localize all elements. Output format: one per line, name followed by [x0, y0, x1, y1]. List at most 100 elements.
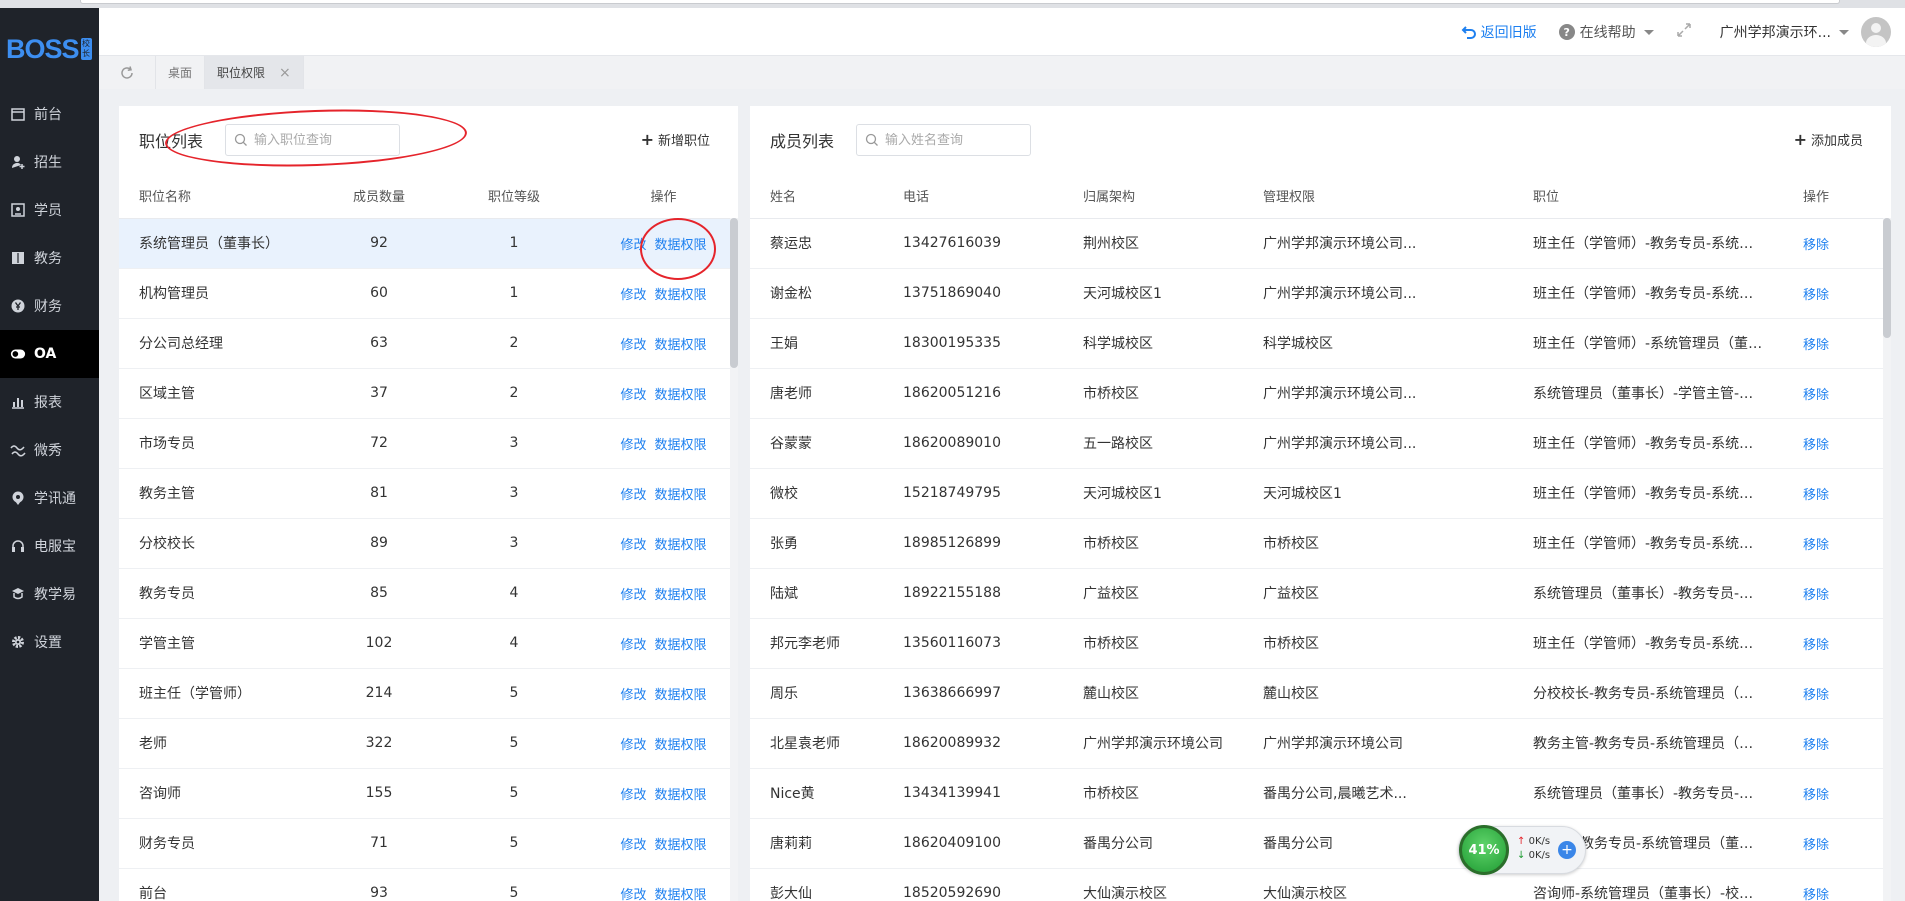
- data-permission-link[interactable]: 数据权限: [655, 488, 707, 503]
- table-row[interactable]: Nice黄 13434139941 市桥校区 番禺分公司,晨曦艺术... 系统管理员（董…: [750, 768, 1891, 819]
- remove-link[interactable]: 移除: [1803, 638, 1829, 653]
- member-search[interactable]: [856, 124, 1032, 156]
- network-speed-widget[interactable]: 41% ↑ 0K/s ↓ 0K/s +: [1458, 825, 1586, 875]
- table-row[interactable]: 微校 15218749795 天河城校区1 天河城校区1 班主任（学管师）-教务专员-系…: [750, 468, 1891, 519]
- member-scrollbar[interactable]: [1883, 218, 1891, 901]
- tab-desktop[interactable]: 桌面: [156, 56, 206, 89]
- remove-link[interactable]: 移除: [1803, 288, 1829, 303]
- edit-link[interactable]: 修改: [620, 438, 646, 453]
- table-row[interactable]: 系统管理员（董事长） 92 1 修改 数据权限: [119, 218, 738, 269]
- online-help-dropdown[interactable]: ? 在线帮助: [1558, 22, 1654, 42]
- table-row[interactable]: 王娟 18300195335 科学城校区 科学城校区 班主任（学管师）-系统管理员（董事…: [750, 318, 1891, 369]
- table-row[interactable]: 周乐 13638666997 麓山校区 麓山校区 分校校长-教务专员-系统管理员（董事长…: [750, 668, 1891, 719]
- fullscreen-icon[interactable]: [1676, 22, 1692, 42]
- sidebar-item-8[interactable]: 学讯通: [0, 474, 99, 522]
- data-permission-link[interactable]: 数据权限: [655, 288, 707, 303]
- data-permission-link[interactable]: 数据权限: [655, 688, 707, 703]
- remove-link[interactable]: 移除: [1803, 388, 1829, 403]
- edit-link[interactable]: 修改: [620, 638, 646, 653]
- data-permission-link[interactable]: 数据权限: [655, 238, 707, 253]
- table-row[interactable]: 北星袁老师 18620089932 广州学邦演示环境公司 广州学邦演示环境公司 教务主管…: [750, 718, 1891, 769]
- table-row[interactable]: 教务专员 85 4 修改 数据权限: [119, 568, 738, 619]
- edit-link[interactable]: 修改: [620, 888, 646, 901]
- data-permission-link[interactable]: 数据权限: [655, 588, 707, 603]
- table-row[interactable]: 谷蒙蒙 18620089010 五一路校区 广州学邦演示环境公司... 班主任（学管师）…: [750, 418, 1891, 469]
- edit-link[interactable]: 修改: [620, 238, 646, 253]
- table-row[interactable]: 学管主管 102 4 修改 数据权限: [119, 618, 738, 669]
- sidebar-item-2[interactable]: 学员: [0, 186, 99, 234]
- edit-link[interactable]: 修改: [620, 688, 646, 703]
- close-icon[interactable]: ×: [279, 65, 291, 81]
- data-permission-link[interactable]: 数据权限: [655, 388, 707, 403]
- remove-link[interactable]: 移除: [1803, 738, 1829, 753]
- edit-link[interactable]: 修改: [620, 838, 646, 853]
- table-row[interactable]: 分公司总经理 63 2 修改 数据权限: [119, 318, 738, 369]
- remove-link[interactable]: 移除: [1803, 838, 1829, 853]
- add-position-button[interactable]: + 新增职位: [641, 130, 710, 149]
- remove-link[interactable]: 移除: [1803, 588, 1829, 603]
- plus-icon[interactable]: +: [1558, 841, 1576, 859]
- refresh-icon[interactable]: [99, 56, 156, 89]
- sidebar-item-9[interactable]: 电服宝: [0, 522, 99, 570]
- address-bar[interactable]: [80, 0, 1840, 4]
- tab-position-permissions[interactable]: 职位权限 ×: [205, 56, 304, 89]
- edit-link[interactable]: 修改: [620, 738, 646, 753]
- table-row[interactable]: 财务专员 71 5 修改 数据权限: [119, 818, 738, 869]
- back-to-old-version-link[interactable]: 返回旧版: [1461, 22, 1537, 42]
- remove-link[interactable]: 移除: [1803, 438, 1829, 453]
- sidebar-item-3[interactable]: 教务: [0, 234, 99, 282]
- data-permission-link[interactable]: 数据权限: [655, 438, 707, 453]
- sidebar-item-6[interactable]: 报表: [0, 378, 99, 426]
- table-row[interactable]: 机构管理员 60 1 修改 数据权限: [119, 268, 738, 319]
- data-permission-link[interactable]: 数据权限: [655, 738, 707, 753]
- table-row[interactable]: 市场专员 72 3 修改 数据权限: [119, 418, 738, 469]
- edit-link[interactable]: 修改: [620, 388, 646, 403]
- table-row[interactable]: 分校校长 89 3 修改 数据权限: [119, 518, 738, 569]
- position-search-input[interactable]: [254, 132, 395, 148]
- scrollbar-thumb[interactable]: [1883, 218, 1891, 338]
- data-permission-link[interactable]: 数据权限: [655, 788, 707, 803]
- edit-link[interactable]: 修改: [620, 338, 646, 353]
- remove-link[interactable]: 移除: [1803, 238, 1829, 253]
- remove-link[interactable]: 移除: [1803, 338, 1829, 353]
- scrollbar-thumb[interactable]: [730, 218, 738, 368]
- sidebar-item-5[interactable]: OA: [0, 330, 99, 378]
- table-row[interactable]: 邦元李老师 13560116073 市桥校区 市桥校区 班主任（学管师）-教务专员-系统…: [750, 618, 1891, 669]
- edit-link[interactable]: 修改: [620, 288, 646, 303]
- table-row[interactable]: 蔡运忠 13427616039 荆州校区 广州学邦演示环境公司... 班主任（学管师）-…: [750, 218, 1891, 269]
- data-permission-link[interactable]: 数据权限: [655, 338, 707, 353]
- table-row[interactable]: 陆斌 18922155188 广益校区 广益校区 系统管理员（董事长）-教务专员-班主任…: [750, 568, 1891, 619]
- data-permission-link[interactable]: 数据权限: [655, 638, 707, 653]
- sidebar-item-0[interactable]: 前台: [0, 90, 99, 138]
- remove-link[interactable]: 移除: [1803, 538, 1829, 553]
- edit-link[interactable]: 修改: [620, 538, 646, 553]
- table-row[interactable]: 教务主管 81 3 修改 数据权限: [119, 468, 738, 519]
- position-search[interactable]: [225, 124, 401, 156]
- table-row[interactable]: 彭大仙 18520592690 大仙演示校区 大仙演示校区 咨询师-系统管理员（董事长）…: [750, 868, 1891, 901]
- data-permission-link[interactable]: 数据权限: [655, 888, 707, 901]
- sidebar-item-7[interactable]: 微秀: [0, 426, 99, 474]
- remove-link[interactable]: 移除: [1803, 788, 1829, 803]
- table-row[interactable]: 老师 322 5 修改 数据权限: [119, 718, 738, 769]
- sidebar-item-1[interactable]: 招生: [0, 138, 99, 186]
- data-permission-link[interactable]: 数据权限: [655, 838, 707, 853]
- remove-link[interactable]: 移除: [1803, 688, 1829, 703]
- edit-link[interactable]: 修改: [620, 488, 646, 503]
- user-menu[interactable]: 广州学邦演示环...: [1720, 17, 1891, 47]
- remove-link[interactable]: 移除: [1803, 488, 1829, 503]
- data-permission-link[interactable]: 数据权限: [655, 538, 707, 553]
- table-row[interactable]: 咨询师 155 5 修改 数据权限: [119, 768, 738, 819]
- member-search-input[interactable]: [885, 132, 1026, 148]
- table-row[interactable]: 张勇 18985126899 市桥校区 市桥校区 班主任（学管师）-教务专员-系统管理员…: [750, 518, 1891, 569]
- table-row[interactable]: 班主任（学管师） 214 5 修改 数据权限: [119, 668, 738, 719]
- remove-link[interactable]: 移除: [1803, 888, 1829, 901]
- position-scrollbar[interactable]: [730, 218, 738, 901]
- table-row[interactable]: 唐老师 18620051216 市桥校区 广州学邦演示环境公司... 系统管理员（董事长…: [750, 368, 1891, 419]
- logo[interactable]: BOSS 校长: [0, 8, 99, 90]
- add-member-button[interactable]: + 添加成员: [1794, 130, 1863, 149]
- table-row[interactable]: 区域主管 37 2 修改 数据权限: [119, 368, 738, 419]
- table-row[interactable]: 谢金松 13751869040 天河城校区1 广州学邦演示环境公司... 班主任（学管师…: [750, 268, 1891, 319]
- edit-link[interactable]: 修改: [620, 588, 646, 603]
- sidebar-item-4[interactable]: 财务: [0, 282, 99, 330]
- sidebar-item-11[interactable]: 设置: [0, 618, 99, 666]
